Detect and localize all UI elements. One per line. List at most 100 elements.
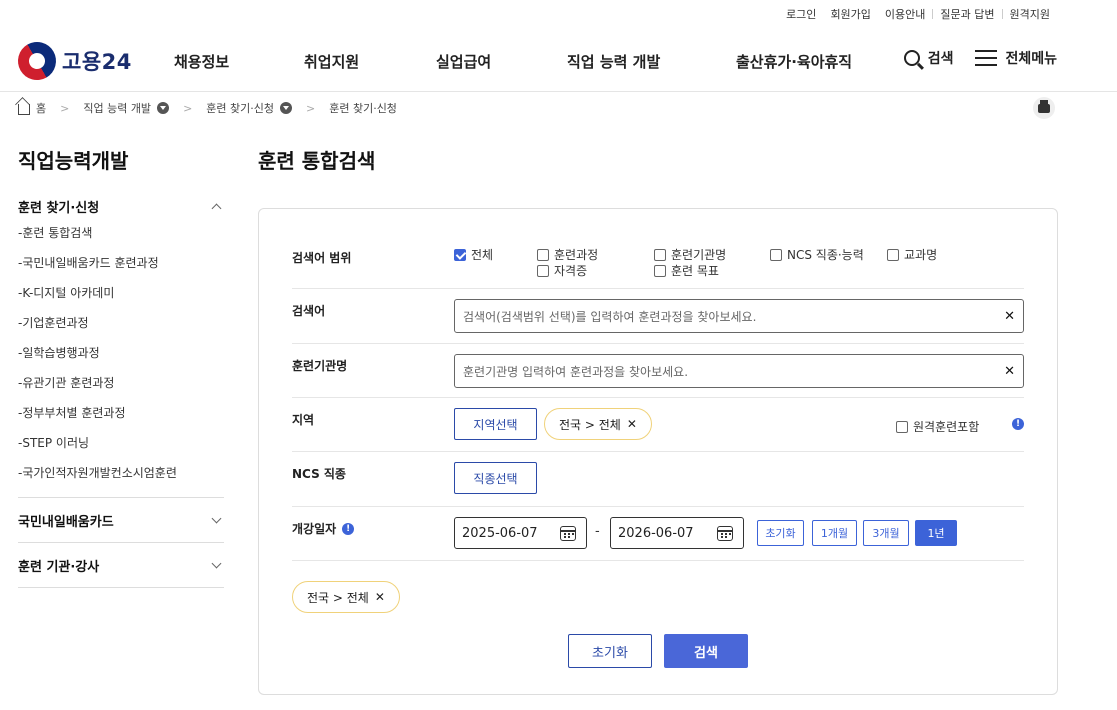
remote-support-link[interactable]: 원격지원 xyxy=(1003,6,1057,22)
login-link[interactable]: 로그인 xyxy=(779,6,823,22)
printer-icon xyxy=(1038,99,1050,113)
scope-certificate-checkbox[interactable]: 자격증 xyxy=(537,262,587,279)
remove-tag-icon[interactable]: ✕ xyxy=(375,590,385,604)
checkbox-label: 훈련 목표 xyxy=(671,264,719,278)
scope-course-checkbox[interactable]: 훈련과정 xyxy=(537,246,598,263)
page-title: 훈련 통합검색 xyxy=(258,149,376,173)
sidebar-group-label: 훈련 기관·강사 xyxy=(18,559,100,575)
sidebar: 훈련 찾기·신청 -훈련 통합검색 -국민내일배움카드 훈련과정 -K-디지털 … xyxy=(18,195,224,588)
chevron-up-icon xyxy=(211,203,222,213)
nav-employment-support[interactable]: 취업지원 xyxy=(304,51,359,72)
sidebar-group-label: 훈련 찾기·신청 xyxy=(18,200,100,216)
start-date-value: 2025-06-07 xyxy=(462,525,538,541)
scope-ncs-checkbox[interactable]: NCS 직종·능력 xyxy=(770,246,864,263)
signup-link[interactable]: 회원가입 xyxy=(823,6,877,22)
selected-filter-label: 전국 > 전체 xyxy=(307,590,369,605)
breadcrumb-level3: 훈련 찾기·신청 xyxy=(329,102,397,115)
breadcrumb-level1[interactable]: 직업 능력 개발 xyxy=(83,100,151,116)
sidebar-item-naeil-card[interactable]: -국민내일배움카드 훈련과정 xyxy=(18,255,224,285)
dropdown-icon[interactable] xyxy=(280,102,292,114)
calendar-icon[interactable] xyxy=(560,526,576,541)
sidebar-item-step[interactable]: -STEP 이러닝 xyxy=(18,435,224,465)
reset-button[interactable]: 초기화 xyxy=(568,634,652,668)
scope-goal-checkbox[interactable]: 훈련 목표 xyxy=(654,262,719,279)
sidebar-group-training-search[interactable]: 훈련 찾기·신청 xyxy=(18,195,224,217)
sidebar-group-institution[interactable]: 훈련 기관·강사 xyxy=(18,543,224,587)
sidebar-group-naeil-card[interactable]: 국민내일배움카드 xyxy=(18,498,224,542)
clear-icon[interactable]: ✕ xyxy=(1004,364,1015,379)
checkbox-label: 훈련기관명 xyxy=(671,248,727,262)
site-logo[interactable]: 고용24 xyxy=(11,35,132,87)
nav-unemployment-benefit[interactable]: 실업급여 xyxy=(436,51,491,72)
info-icon[interactable]: ! xyxy=(342,522,355,535)
header-tools: 검색 전체메뉴 xyxy=(882,48,1057,68)
breadcrumb: 홈 > 직업 능력 개발 > 훈련 찾기·신청 > 훈련 찾기·신청 xyxy=(18,100,397,116)
selected-filter-tag: 전국 > 전체 ✕ xyxy=(292,581,400,613)
breadcrumb-home[interactable]: 홈 xyxy=(36,100,46,116)
checkbox-label: NCS 직종·능력 xyxy=(787,248,864,262)
keyword-label: 검색어 xyxy=(292,304,326,318)
checkbox-label: 전체 xyxy=(471,248,494,262)
search-submit-button[interactable]: 검색 xyxy=(664,634,748,668)
region-tag-label: 전국 > 전체 xyxy=(559,417,621,432)
dropdown-icon[interactable] xyxy=(157,102,170,114)
utility-links: 로그인 회원가입 이용안내 질문과 답변 원격지원 xyxy=(779,6,1057,22)
nav-parental-leave[interactable]: 출산휴가·육아휴직 xyxy=(736,51,852,72)
all-menu-label: 전체메뉴 xyxy=(1005,51,1057,67)
institution-input[interactable]: 훈련기관명 입력하여 훈련과정을 찾아보세요. ✕ xyxy=(454,354,1024,388)
sidebar-item-related-agency[interactable]: -유관기관 훈련과정 xyxy=(18,375,224,405)
chevron-down-icon xyxy=(211,558,222,569)
chevron-right-icon: > xyxy=(60,101,70,115)
qna-link[interactable]: 질문과 답변 xyxy=(933,6,1001,22)
remote-training-checkbox[interactable]: 원격훈련포함 xyxy=(896,418,979,435)
ncs-select-button[interactable]: 직종선택 xyxy=(454,462,537,494)
nav-vocational-training[interactable]: 직업 능력 개발 xyxy=(567,51,660,72)
sidebar-item-work-study[interactable]: -일학습병행과정 xyxy=(18,345,224,375)
checkbox-icon xyxy=(770,248,782,261)
checkbox-icon xyxy=(654,264,666,277)
guide-link[interactable]: 이용안내 xyxy=(878,6,932,22)
keyword-row: 검색어 검색어(검색범위 선택)를 입력하여 훈련과정을 찾아보세요. ✕ xyxy=(292,289,1024,344)
period-1year-button[interactable]: 1년 xyxy=(915,520,957,546)
checkbox-icon xyxy=(887,248,899,261)
sidebar-item-k-digital[interactable]: -K-디지털 아카데미 xyxy=(18,285,224,315)
end-date-input[interactable]: 2026-06-07 xyxy=(610,517,744,549)
keyword-input[interactable]: 검색어(검색범위 선택)를 입력하여 훈련과정을 찾아보세요. ✕ xyxy=(454,299,1024,333)
sidebar-item-enterprise[interactable]: -기업훈련과정 xyxy=(18,315,224,345)
info-icon[interactable]: ! xyxy=(1012,418,1024,430)
ncs-label: NCS 직종 xyxy=(292,467,346,481)
divider xyxy=(18,587,224,588)
checkbox-label: 훈련과정 xyxy=(554,248,599,262)
nav-job-info[interactable]: 채용정보 xyxy=(174,51,229,72)
print-button[interactable] xyxy=(1033,97,1055,119)
breadcrumb-level2[interactable]: 훈련 찾기·신청 xyxy=(206,100,274,116)
scope-subject-checkbox[interactable]: 교과명 xyxy=(887,246,937,263)
period-1month-button[interactable]: 1개월 xyxy=(812,520,857,546)
checkbox-checked-icon xyxy=(454,248,466,261)
checkbox-icon xyxy=(896,420,908,433)
scope-institution-checkbox[interactable]: 훈련기관명 xyxy=(654,246,726,263)
calendar-icon[interactable] xyxy=(717,526,733,541)
chevron-right-icon: > xyxy=(306,101,316,115)
region-tag: 전국 > 전체 ✕ xyxy=(544,408,652,440)
scope-all-checkbox[interactable]: 전체 xyxy=(454,246,493,263)
date-separator: - xyxy=(595,524,600,539)
checkbox-icon xyxy=(654,248,666,261)
institution-row: 훈련기관명 훈련기관명 입력하여 훈련과정을 찾아보세요. ✕ xyxy=(292,344,1024,398)
sidebar-item-ministry[interactable]: -정부부처별 훈련과정 xyxy=(18,405,224,435)
search-button[interactable]: 검색 xyxy=(903,48,953,68)
period-reset-button[interactable]: 초기화 xyxy=(757,520,804,546)
checkbox-label: 교과명 xyxy=(904,248,938,262)
date-label-wrap: 개강일자 ! xyxy=(292,520,355,537)
checkbox-icon xyxy=(537,248,549,261)
region-select-button[interactable]: 지역선택 xyxy=(454,408,537,440)
clear-icon[interactable]: ✕ xyxy=(1004,309,1015,324)
remove-tag-icon[interactable]: ✕ xyxy=(627,417,637,431)
sidebar-item-integrated-search[interactable]: -훈련 통합검색 xyxy=(18,225,224,255)
region-row: 지역 지역선택 전국 > 전체 ✕ 원격훈련포함 ! xyxy=(292,398,1024,452)
period-3month-button[interactable]: 3개월 xyxy=(863,520,909,546)
sidebar-item-consortium[interactable]: -국가인적자원개발컨소시엄훈련 xyxy=(18,465,224,495)
start-date-input[interactable]: 2025-06-07 xyxy=(454,517,587,549)
all-menu-button[interactable]: 전체메뉴 xyxy=(975,48,1057,68)
date-label: 개강일자 xyxy=(292,522,337,536)
